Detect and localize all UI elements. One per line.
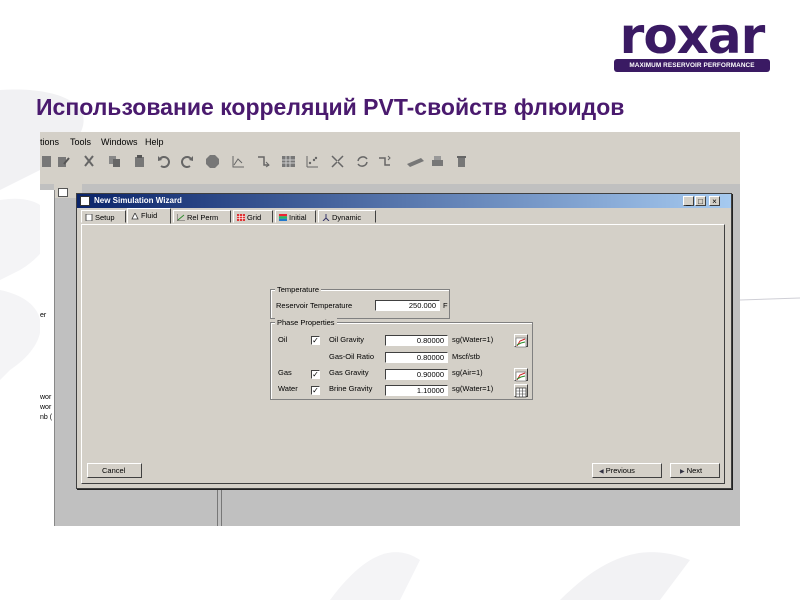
phase-properties-group-title: Phase Properties	[275, 318, 337, 327]
gas-correlation-button[interactable]	[514, 368, 528, 382]
delete-icon[interactable]	[455, 155, 468, 168]
redo-icon[interactable]	[181, 155, 194, 168]
oil-phase-label: Oil	[278, 335, 288, 344]
menu-bar: tions Tools Windows Help	[40, 132, 740, 152]
dynamic-icon	[322, 214, 330, 221]
export-icon[interactable]	[378, 155, 391, 168]
brine-gravity-label: Brine Gravity	[329, 384, 373, 393]
scatter-icon[interactable]	[306, 155, 319, 168]
phase-properties-group: Phase Properties Oil ✓ Oil Gravity 0.800…	[270, 318, 533, 400]
import-icon[interactable]	[257, 155, 270, 168]
left-panel-line: nb (	[40, 414, 53, 421]
dialog-titlebar[interactable]: New Simulation Wizard _ □ ×	[77, 194, 731, 208]
oil-gravity-label: Oil Gravity	[329, 335, 365, 344]
close-button[interactable]: ×	[709, 196, 720, 206]
grid-icon	[237, 214, 245, 221]
grid-icon[interactable]	[331, 155, 344, 168]
gas-oil-ratio-input[interactable]: 0.80000	[385, 352, 448, 363]
gas-phase-checkbox[interactable]: ✓	[311, 370, 320, 379]
cancel-button[interactable]: Cancel	[87, 463, 142, 478]
water-phase-checkbox[interactable]: ✓	[311, 386, 320, 395]
relperm-icon	[177, 214, 185, 221]
minimize-button[interactable]: _	[683, 196, 694, 206]
temperature-unit: F	[443, 301, 448, 310]
undo-icon[interactable]	[157, 155, 170, 168]
tab-label: Fluid	[141, 211, 158, 220]
edit-icon[interactable]	[57, 155, 70, 168]
temperature-group: Temperature Reservoir Temperature 250.00…	[270, 285, 450, 319]
previous-label: Previous	[605, 466, 635, 475]
table-icon	[515, 387, 527, 398]
fluid-icon	[131, 213, 139, 220]
stop-icon[interactable]	[206, 155, 219, 168]
gas-oil-ratio-unit: Mscf/stb	[452, 352, 480, 361]
oil-gravity-unit: sg(Water=1)	[452, 335, 494, 344]
left-panel: er wor wor nb (	[40, 190, 55, 526]
setup-icon	[85, 214, 93, 221]
logo-wordmark: roxar	[619, 7, 766, 65]
tab-initial[interactable]: Initial	[275, 210, 316, 223]
paste-icon[interactable]	[133, 155, 146, 168]
document-icon[interactable]	[40, 155, 53, 168]
initial-icon	[279, 214, 287, 221]
chart-icon[interactable]	[232, 155, 245, 168]
tab-setup[interactable]: Setup	[81, 210, 126, 223]
dialog-title: New Simulation Wizard	[94, 196, 182, 205]
tab-grid[interactable]: Grid	[233, 210, 273, 223]
gas-phase-label: Gas	[278, 368, 292, 377]
tab-label: Initial	[289, 213, 307, 222]
menu-help[interactable]: Help	[145, 137, 164, 147]
tab-label: Dynamic	[332, 213, 362, 222]
dialog-app-icon	[80, 196, 90, 206]
next-arrow-icon: ▶	[680, 469, 685, 475]
maximize-button[interactable]: □	[695, 196, 706, 206]
left-panel-line: wor	[40, 404, 52, 411]
previous-button[interactable]: ◀ Previous	[592, 463, 662, 478]
logo-tagline: MAXIMUM RESERVOIR PERFORMANCE	[614, 59, 770, 72]
gas-gravity-label: Gas Gravity	[329, 368, 369, 377]
table-icon[interactable]	[282, 155, 295, 168]
tab-label: Grid	[247, 213, 262, 222]
tab-label: Rel Perm	[187, 213, 219, 222]
reservoir-temperature-input[interactable]: 250.000	[375, 300, 440, 311]
oil-correlation-button[interactable]	[514, 334, 528, 348]
oil-phase-checkbox[interactable]: ✓	[311, 336, 320, 345]
roxar-logo: roxar MAXIMUM RESERVOIR PERFORMANCE	[612, 7, 772, 74]
gas-gravity-unit: sg(Air=1)	[452, 368, 483, 377]
print-icon-2[interactable]	[431, 155, 444, 168]
menu-windows[interactable]: Windows	[101, 137, 138, 147]
print-icon[interactable]	[405, 155, 425, 168]
cut-icon[interactable]	[83, 155, 96, 168]
brine-gravity-unit: sg(Water=1)	[452, 384, 494, 393]
menu-tools[interactable]: Tools	[70, 137, 91, 147]
previous-arrow-icon: ◀	[599, 469, 604, 475]
toolbar	[40, 152, 740, 174]
gas-gravity-input[interactable]: 0.90000	[385, 369, 448, 380]
oil-gravity-input[interactable]: 0.80000	[385, 335, 448, 346]
menu-options[interactable]: tions	[40, 137, 59, 147]
tab-label: Setup	[95, 213, 115, 222]
temperature-group-title: Temperature	[275, 285, 322, 294]
new-simulation-wizard-dialog: New Simulation Wizard _ □ × Setup Fluid …	[76, 193, 732, 489]
left-panel-tab: er	[40, 312, 47, 319]
gas-oil-ratio-label: Gas-Oil Ratio	[329, 352, 375, 361]
next-label: Next	[686, 466, 703, 475]
tab-rel-perm[interactable]: Rel Perm	[173, 210, 231, 223]
water-phase-label: Water	[278, 384, 298, 393]
copy-icon[interactable]	[108, 155, 121, 168]
left-panel-line: wor	[40, 394, 52, 401]
reservoir-temperature-label: Reservoir Temperature	[276, 301, 353, 310]
correlation-chart-icon	[515, 371, 527, 382]
refresh-icon[interactable]	[356, 155, 369, 168]
correlation-chart-icon	[515, 337, 527, 348]
brine-gravity-input[interactable]: 1.10000	[385, 385, 448, 396]
next-button[interactable]: ▶ Next	[670, 463, 720, 478]
water-table-button[interactable]	[514, 384, 528, 398]
inner-window-icon	[58, 188, 68, 197]
slide-title: Использование корреляций PVT-свойств флю…	[36, 94, 625, 120]
tab-dynamic[interactable]: Dynamic	[318, 210, 376, 223]
tab-fluid[interactable]: Fluid	[127, 208, 171, 224]
fluid-tab-panel: Temperature Reservoir Temperature 250.00…	[81, 224, 725, 484]
